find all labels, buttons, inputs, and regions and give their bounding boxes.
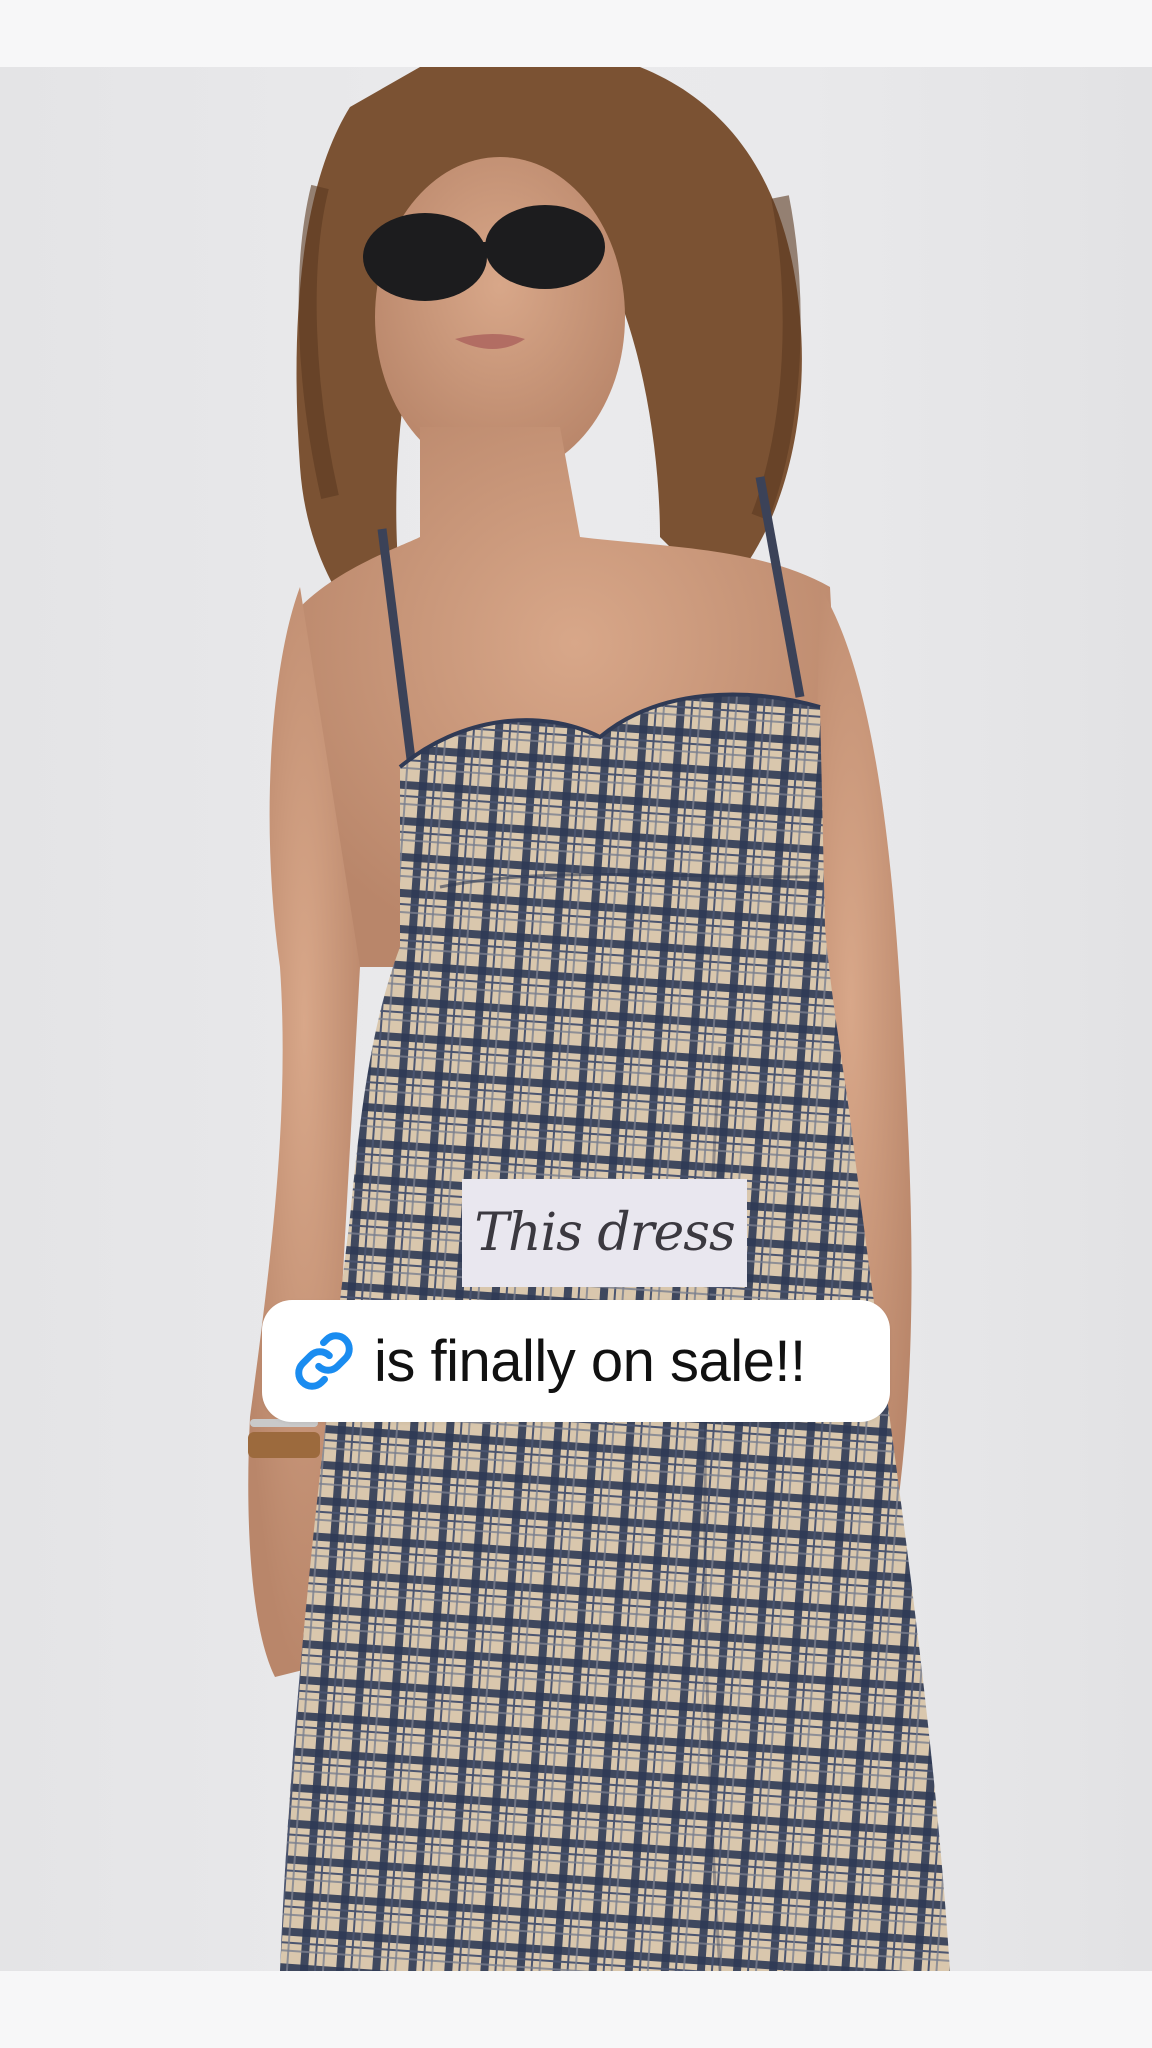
caption-tag: This dress — [462, 1179, 747, 1287]
caption-text: This dress — [474, 1203, 735, 1263]
story-photo — [0, 67, 1152, 1971]
link-sticker-text: is finally on sale!! — [374, 1328, 806, 1394]
story-screen: This dress is finally on sale!! — [0, 0, 1152, 2048]
link-icon — [292, 1329, 356, 1393]
top-bar — [0, 0, 1152, 67]
bottom-bar — [0, 1971, 1152, 2048]
link-sticker[interactable]: is finally on sale!! — [262, 1300, 890, 1422]
